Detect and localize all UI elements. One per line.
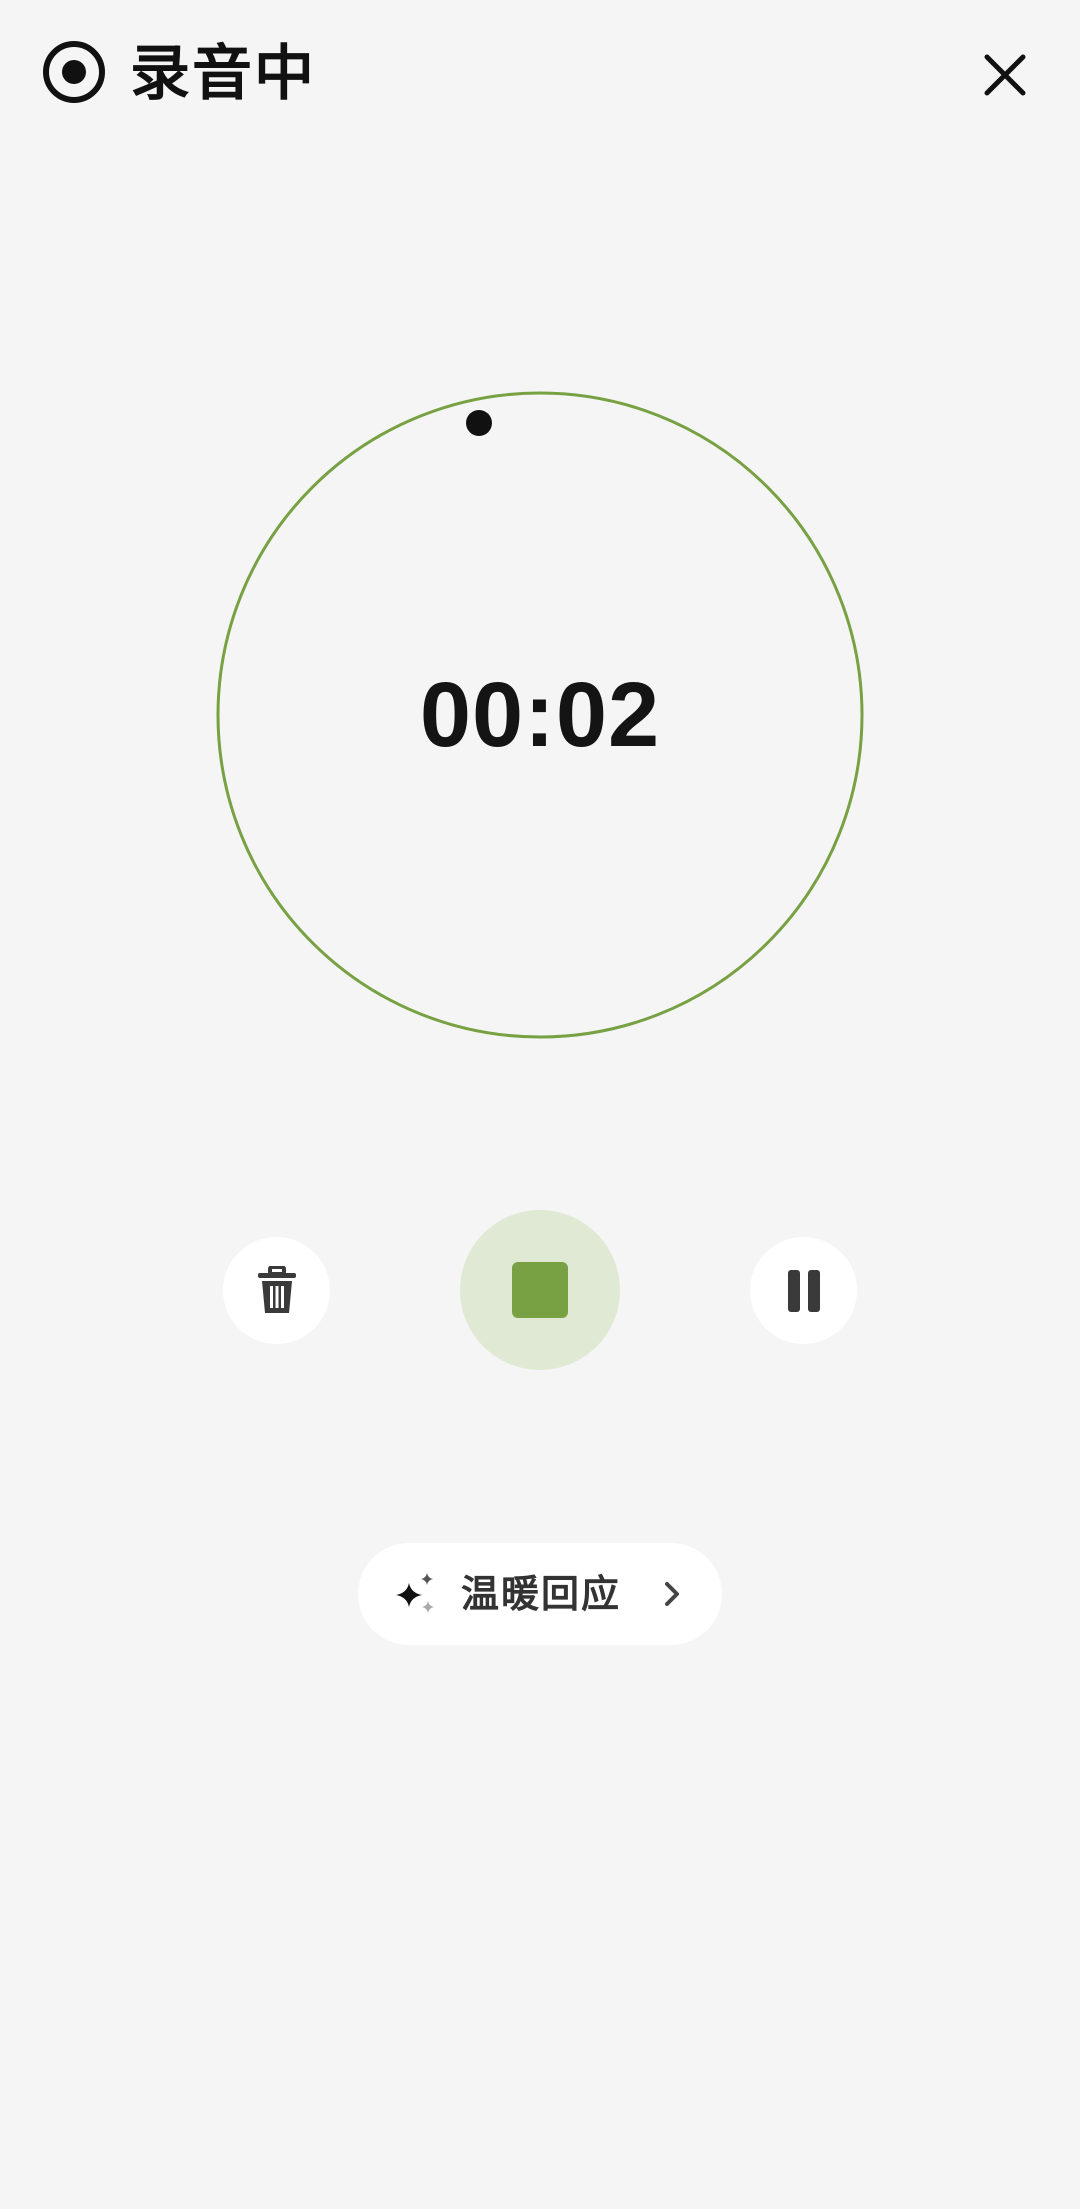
record-icon — [43, 41, 105, 103]
page-title: 录音中 — [130, 39, 316, 109]
trash-icon — [257, 1265, 296, 1313]
elapsed-time: 00:02 — [419, 664, 661, 766]
sparkle-icon — [396, 1573, 434, 1613]
delete-button[interactable] — [223, 1237, 330, 1344]
warm-response-button[interactable]: 温暖回应 — [358, 1543, 722, 1645]
stop-button[interactable] — [460, 1210, 620, 1370]
progress-indicator-dot — [466, 410, 492, 436]
close-icon[interactable] — [970, 40, 1040, 110]
chevron-right-icon — [665, 1582, 679, 1606]
warm-response-label: 温暖回应 — [461, 1572, 622, 1616]
pause-icon — [787, 1269, 820, 1312]
header: 录音中 — [0, 0, 1080, 150]
pause-button[interactable] — [750, 1237, 857, 1344]
stop-icon — [512, 1262, 568, 1318]
